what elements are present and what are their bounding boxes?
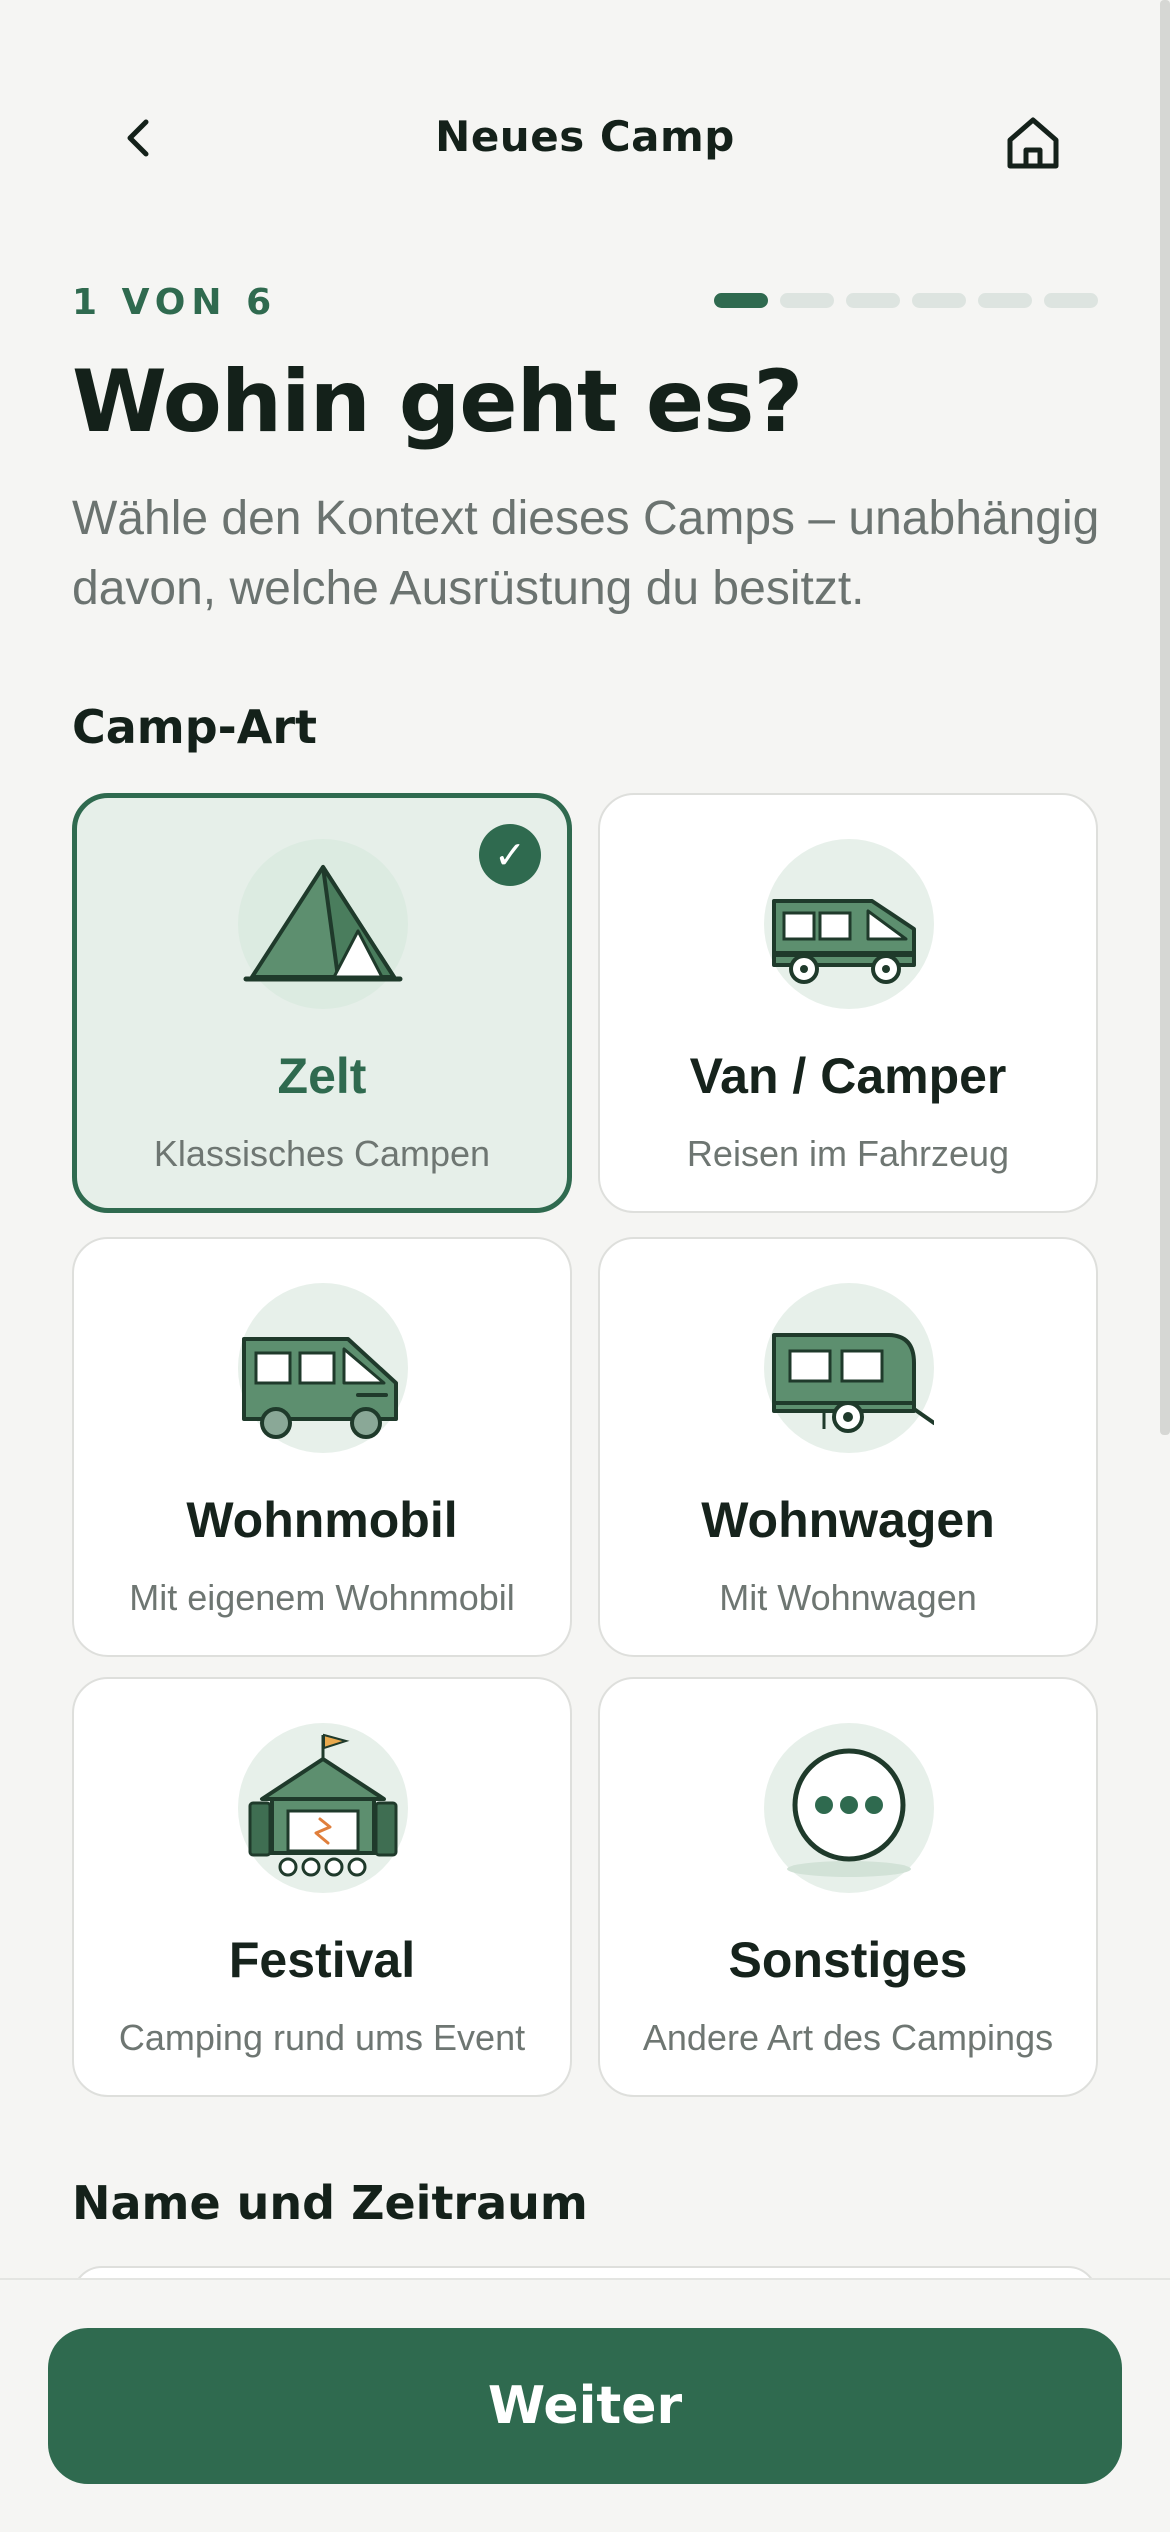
home-icon [1007,117,1059,169]
page-title: Neues Camp [435,112,735,161]
progress-segment [978,293,1032,308]
option-description: Klassisches Campen [153,1133,491,1174]
scrollbar[interactable] [1160,0,1170,1435]
option-description: Andere Art des Campings [642,2017,1054,2058]
more-dots-icon [764,1723,934,1893]
camp-type-option-wohnwagen[interactable]: Wohnwagen Mit Wohnwagen [598,1237,1098,1657]
option-label: Sonstiges [728,1932,968,1988]
progress-bar [714,293,1098,308]
caravan-icon [764,1283,934,1453]
progress-segment [780,293,834,308]
check-icon: ✓ [479,824,541,886]
home-button[interactable] [998,108,1068,178]
motorhome-icon [238,1283,408,1453]
option-label: Van / Camper [689,1048,1007,1104]
top-bar: Neues Camp [0,0,1170,280]
progress-segment [912,293,966,308]
headline: Wohin geht es? [72,352,803,452]
progress-segment [846,293,900,308]
camp-type-option-wohnmobil[interactable]: Wohnmobil Mit eigenem Wohnmobil [72,1237,572,1657]
option-label: Zelt [277,1048,367,1104]
option-label: Wohnwagen [701,1492,995,1548]
next-button[interactable]: Weiter [48,2328,1122,2484]
option-label: Wohnmobil [186,1492,458,1548]
step-indicator: 1 VON 6 [72,282,278,323]
option-description: Reisen im Fahrzeug [686,1133,1010,1174]
camp-type-option-festival[interactable]: Festival Camping rund ums Event [72,1677,572,2097]
festival-stage-icon [238,1723,408,1893]
option-label: Festival [228,1932,416,1988]
bottom-bar: Weiter [0,2278,1170,2532]
option-description: Mit Wohnwagen [719,1577,977,1618]
section-title-camp-type: Camp-Art [72,700,318,754]
camp-type-option-van[interactable]: Van / Camper Reisen im Fahrzeug [598,793,1098,1213]
progress-segment [714,293,768,308]
option-description: Camping rund ums Event [118,2017,526,2058]
tent-icon [238,839,408,1009]
progress-segment [1044,293,1098,308]
camp-type-option-sonstiges[interactable]: Sonstiges Andere Art des Campings [598,1677,1098,2097]
subtitle: Wähle den Kontext dieses Camps – unabhän… [72,492,1100,615]
section-title-name-period: Name und Zeitraum [72,2176,588,2230]
option-description: Mit eigenem Wohnmobil [129,1577,515,1618]
camp-type-option-zelt[interactable]: ✓ Zelt Klassisches Campen [72,793,572,1213]
van-icon [764,839,934,1009]
